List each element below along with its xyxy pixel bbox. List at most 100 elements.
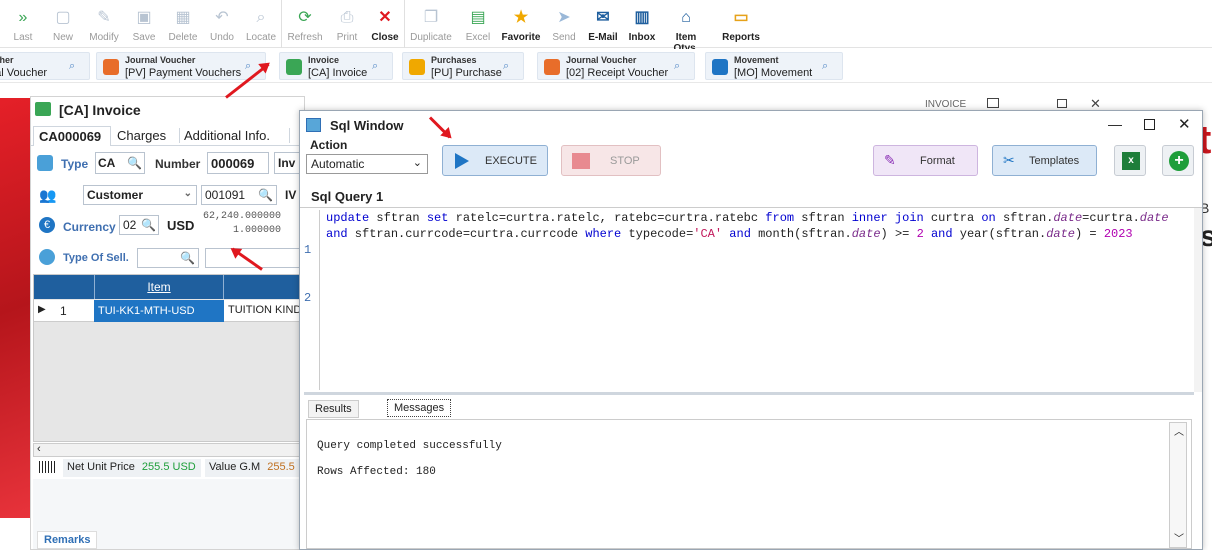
close-icon[interactable]: ✕	[1178, 115, 1191, 133]
row-item-code[interactable]: TUI-KK1-MTH-USD	[94, 300, 224, 322]
invoice-window: [CA] Invoice CA000069 Charges Additional…	[30, 96, 306, 550]
currency-label: Currency	[63, 220, 116, 234]
templates-icon: ✂	[1003, 152, 1015, 168]
type-search-icon[interactable]: 🔍	[127, 156, 142, 170]
customer-code-field[interactable]: 001091 🔍	[201, 185, 277, 205]
execute-button[interactable]: EXECUTE	[442, 145, 548, 176]
toolbar-excel-button[interactable]: ▤ Excel	[455, 8, 501, 43]
splitter[interactable]	[304, 392, 1194, 395]
main-toolbar: » Last ▢ New ✎ Modify ▣ Save ▦ Delete ↶ Undo ⌕ Locate…	[0, 0, 1212, 54]
results-tab[interactable]: Results	[308, 400, 359, 418]
number-field[interactable]: 000069	[207, 152, 269, 174]
tab-additional-info[interactable]: Additional Info.	[179, 128, 274, 143]
invoice-titlebar: [CA] Invoice	[31, 97, 304, 123]
type-of-sell-search-icon[interactable]: 🔍	[180, 251, 195, 265]
toolbar-reports-button[interactable]: ▭ Reports	[718, 8, 764, 43]
toolbar-locate-button[interactable]: ⌕ Locate	[238, 8, 284, 43]
document-tab[interactable]: Purchases [PU] Purchase ⌕	[402, 52, 524, 80]
email-icon: ✉	[596, 9, 610, 26]
excel-export-button[interactable]: x	[1114, 145, 1146, 176]
customer-icon: 👥	[39, 187, 57, 203]
play-icon	[455, 153, 469, 169]
scroll-down-icon[interactable]: ﹀	[1174, 530, 1184, 545]
document-type-icon	[409, 59, 425, 75]
currency-code-field[interactable]: 02 🔍	[119, 215, 159, 235]
toolbar-label: Close	[371, 32, 399, 43]
customer-type-select[interactable]: Customer ⌄	[83, 185, 197, 205]
sql-window: Sql Window — ✕ Action Automatic ⌄ EXECUT…	[299, 110, 1203, 550]
templates-label: Templates	[1029, 155, 1080, 167]
scroll-left-icon[interactable]: ‹	[37, 443, 41, 455]
toolbar-label: Undo	[210, 32, 234, 43]
document-tab-subtitle: [CA] Invoice	[308, 67, 368, 79]
type-label: Type	[61, 157, 89, 171]
currency-search-icon[interactable]: 🔍	[141, 218, 156, 232]
customer-search-icon[interactable]: 🔍	[258, 188, 273, 202]
folder-icon: ▭	[733, 9, 749, 26]
document-tab[interactable]: Journal Voucher [02] Receipt Voucher ⌕	[537, 52, 695, 80]
minimize-icon[interactable]: —	[1108, 116, 1122, 132]
search-icon[interactable]: ⌕	[69, 60, 83, 74]
query-tab[interactable]: Sql Query 1	[304, 186, 391, 209]
edit-icon: ✎	[97, 9, 111, 26]
document-tab-subtitle: [02] Receipt Voucher	[566, 67, 669, 79]
toolbar-inbox-button[interactable]: ▥ Inbox	[619, 8, 665, 43]
toolbar-duplicate-button[interactable]: ❐ Duplicate	[408, 8, 454, 43]
toolbar-close-button[interactable]: ✕ Close	[362, 8, 408, 43]
print-icon: ⎙	[340, 9, 354, 26]
type-of-sell-field[interactable]: 🔍	[137, 248, 199, 268]
toolbar-label: Save	[132, 32, 156, 43]
search-icon[interactable]: ⌕	[822, 60, 836, 74]
messages-tab[interactable]: Messages	[387, 399, 452, 417]
scroll-up-icon[interactable]: ︿	[1174, 423, 1184, 438]
document-tab[interactable]: ucher nal Voucher ⌕	[0, 52, 90, 80]
action-value: Automatic	[311, 157, 365, 171]
action-select[interactable]: Automatic ⌄	[306, 154, 428, 174]
grid-hscrollbar[interactable]: ‹	[33, 443, 305, 457]
toolbar-label: Print	[336, 32, 358, 43]
sql-editor[interactable]: 1 2 update sftran set ratelc=curtra.rate…	[304, 208, 1194, 390]
maximize-icon[interactable]	[1144, 119, 1155, 130]
toolbar-new-button[interactable]: ▢ New	[40, 8, 86, 43]
value-gm-label: Value G.M	[209, 461, 261, 473]
toolbar-favorite-button[interactable]: ★ Favorite	[498, 8, 544, 43]
bg-window-title: INVOICE	[925, 99, 967, 110]
format-button[interactable]: ✎ Format	[873, 145, 978, 176]
toolbar-refresh-button[interactable]: ⟳ Refresh	[282, 8, 328, 43]
tab-document-number[interactable]: CA000069	[33, 126, 111, 146]
document-tab[interactable]: Invoice [CA] Invoice ⌕	[279, 52, 393, 80]
document-tab-title: Journal Voucher	[125, 55, 196, 65]
currency-code: 02	[123, 218, 137, 232]
toolbar-item-qtys-button[interactable]: ⌂Item Qtys.	[663, 8, 709, 54]
add-button[interactable]: +	[1162, 145, 1194, 176]
table-row[interactable]: ▶ 1 TUI-KK1-MTH-USD TUITION KIND	[34, 300, 304, 322]
search-icon[interactable]: ⌕	[674, 60, 688, 74]
search-icon[interactable]: ⌕	[372, 60, 386, 74]
toolbar-label: E-Mail	[588, 32, 618, 43]
customer-code: 001091	[205, 188, 246, 202]
stop-button[interactable]: STOP	[561, 145, 661, 176]
toolbar-label: Excel	[465, 32, 491, 43]
exchange-rate-1: 62,240.000000	[203, 211, 282, 222]
editor-vscrollbar[interactable]	[1194, 208, 1202, 392]
search-icon[interactable]: ⌕	[503, 60, 517, 74]
tab-charges[interactable]: Charges	[113, 128, 170, 143]
customer-suffix: IV	[285, 188, 297, 202]
sql-code[interactable]: update sftran set ratelc=curtra.ratelc, …	[326, 210, 1169, 242]
row-indicator-icon: ▶	[38, 304, 46, 315]
refresh-icon: ⟳	[298, 9, 312, 26]
tab-more[interactable]	[289, 128, 295, 143]
type-of-sell-label: Type Of Sell.	[63, 252, 129, 264]
toolbar-label: Last	[13, 32, 33, 43]
document-tab[interactable]: Journal Voucher [PV] Payment Vouchers ⌕	[96, 52, 266, 80]
grid-header-item[interactable]: Item	[94, 275, 224, 299]
messages-vscrollbar[interactable]: ︿ ﹀	[1169, 422, 1187, 548]
document-tab[interactable]: Movement [MO] Movement ⌕	[705, 52, 843, 80]
remarks-tab[interactable]: Remarks	[37, 531, 98, 549]
execute-label: EXECUTE	[485, 155, 537, 167]
net-unit-price-label: Net Unit Price	[67, 461, 135, 473]
type-field[interactable]: CA 🔍	[95, 152, 145, 174]
double-chevron-right-icon: »	[18, 9, 28, 26]
templates-button[interactable]: ✂ Templates	[992, 145, 1097, 176]
excel-icon: x	[1122, 152, 1140, 170]
